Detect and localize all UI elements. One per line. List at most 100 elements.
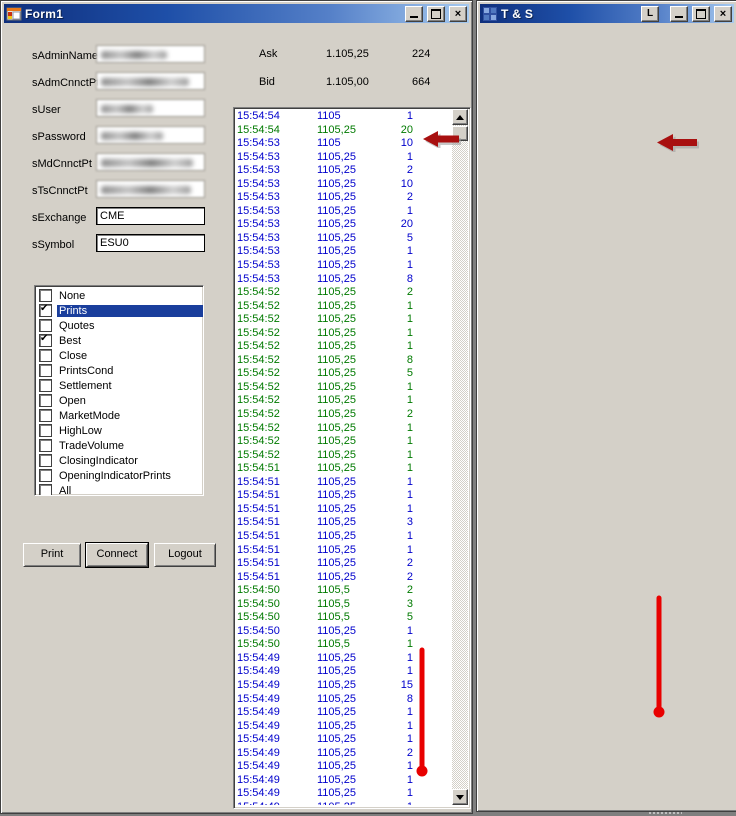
logout-button[interactable]: Logout bbox=[154, 543, 216, 567]
field-input-sSymbol[interactable]: ESU0 bbox=[96, 234, 205, 252]
field-input-sPassword[interactable] bbox=[96, 126, 205, 144]
tape-row[interactable]: 15:54:531105,252 bbox=[235, 164, 451, 178]
field-input-sAdminName[interactable] bbox=[96, 45, 205, 63]
close-button[interactable]: × bbox=[714, 6, 732, 22]
checkbox-checked[interactable] bbox=[39, 334, 52, 347]
tape-row[interactable]: 15:54:491105,251 bbox=[235, 801, 451, 805]
tape-row[interactable]: 15:54:531105,252 bbox=[235, 191, 451, 205]
tape-row[interactable]: 15:54:491105,251 bbox=[235, 665, 451, 679]
checklist-item-Settlement[interactable]: Settlement bbox=[35, 378, 203, 393]
tape-row[interactable]: 15:54:491105,251 bbox=[235, 720, 451, 734]
tape-row[interactable]: 15:54:531105,2510 bbox=[235, 178, 451, 192]
maximize-button[interactable] bbox=[427, 6, 445, 22]
tape-row[interactable]: 15:54:511105,251 bbox=[235, 462, 451, 476]
tape-row[interactable]: 15:54:511105,251 bbox=[235, 503, 451, 517]
tape-row[interactable]: 15:54:521105,251 bbox=[235, 300, 451, 314]
tape-row[interactable]: 15:54:501105,251 bbox=[235, 625, 451, 639]
field-input-sMdCnnctPt[interactable] bbox=[96, 153, 205, 171]
form1-titlebar[interactable]: Form1 × bbox=[4, 4, 469, 23]
scroll-down-button[interactable] bbox=[452, 789, 468, 805]
tape-row[interactable]: 15:54:511105,251 bbox=[235, 530, 451, 544]
tape-row[interactable]: 15:54:511105,252 bbox=[235, 557, 451, 571]
print-button[interactable]: Print bbox=[23, 543, 81, 567]
tape-row[interactable]: 15:54:491105,251 bbox=[235, 787, 451, 801]
tape-row[interactable]: 15:54:501105,53 bbox=[235, 598, 451, 612]
field-input-sExchange[interactable]: CME bbox=[96, 207, 205, 225]
field-input-sAdmCnnctPt[interactable] bbox=[96, 72, 205, 90]
tape-row[interactable]: 15:54:511105,251 bbox=[235, 476, 451, 490]
maximize-button[interactable] bbox=[692, 6, 710, 22]
checkbox[interactable] bbox=[39, 394, 52, 407]
tape-row[interactable]: 15:54:531105,255 bbox=[235, 232, 451, 246]
tape-row[interactable]: 15:54:491105,251 bbox=[235, 706, 451, 720]
checkbox[interactable] bbox=[39, 424, 52, 437]
tape-row[interactable]: 15:54:501105,55 bbox=[235, 611, 451, 625]
tape-row[interactable]: 15:54:521105,251 bbox=[235, 394, 451, 408]
tape-row[interactable]: 15:54:521105,251 bbox=[235, 435, 451, 449]
tape-row[interactable]: 15:54:491105,251 bbox=[235, 774, 451, 788]
tands-titlebar[interactable]: T & S L × bbox=[480, 4, 734, 23]
subscription-type-listbox[interactable]: NonePrintsQuotesBestClosePrintsCondSettl… bbox=[34, 285, 204, 496]
tape-row[interactable]: 15:54:521105,251 bbox=[235, 327, 451, 341]
checkbox-checked[interactable] bbox=[39, 304, 52, 317]
checkbox[interactable] bbox=[39, 469, 52, 482]
checkbox[interactable] bbox=[39, 349, 52, 362]
tape-row[interactable]: 15:54:511105,253 bbox=[235, 516, 451, 530]
scroll-up-button[interactable] bbox=[452, 109, 468, 125]
checklist-item-HighLow[interactable]: HighLow bbox=[35, 423, 203, 438]
checklist-item-MarketMode[interactable]: MarketMode bbox=[35, 408, 203, 423]
close-button[interactable]: × bbox=[449, 6, 467, 22]
checkbox[interactable] bbox=[39, 364, 52, 377]
minimize-button[interactable] bbox=[405, 6, 423, 22]
tape-row[interactable]: 15:54:521105,252 bbox=[235, 408, 451, 422]
tape-row[interactable]: 15:54:491105,251 bbox=[235, 733, 451, 747]
tape-scrollbar[interactable] bbox=[452, 109, 468, 805]
checklist-item-ClosingIndicator[interactable]: ClosingIndicator bbox=[35, 453, 203, 468]
tape-row[interactable]: 15:54:511105,251 bbox=[235, 489, 451, 503]
checkbox[interactable] bbox=[39, 319, 52, 332]
tape-row[interactable]: 15:54:491105,252 bbox=[235, 747, 451, 761]
checklist-item-Best[interactable]: Best bbox=[35, 333, 203, 348]
tape-row[interactable]: 15:54:521105,252 bbox=[235, 286, 451, 300]
minimize-button[interactable] bbox=[670, 6, 688, 22]
checklist-item-TradeVolume[interactable]: TradeVolume bbox=[35, 438, 203, 453]
tape-row[interactable]: 15:54:531105,251 bbox=[235, 151, 451, 165]
resize-grip[interactable] bbox=[648, 811, 682, 815]
tape-row[interactable]: 15:54:521105,258 bbox=[235, 354, 451, 368]
checklist-item-Open[interactable]: Open bbox=[35, 393, 203, 408]
scroll-thumb[interactable] bbox=[452, 126, 468, 141]
tape-row[interactable]: 15:54:491105,258 bbox=[235, 693, 451, 707]
tape-row[interactable]: 15:54:531105,251 bbox=[235, 259, 451, 273]
tape-row[interactable]: 15:54:491105,251 bbox=[235, 760, 451, 774]
checkbox[interactable] bbox=[39, 289, 52, 302]
checkbox[interactable] bbox=[39, 379, 52, 392]
tape-row[interactable]: 15:54:541105,2520 bbox=[235, 124, 451, 138]
tape-row[interactable]: 15:54:5411051 bbox=[235, 110, 451, 124]
tape-row[interactable]: 15:54:521105,251 bbox=[235, 422, 451, 436]
connect-button[interactable]: Connect bbox=[86, 543, 148, 567]
field-input-sUser[interactable] bbox=[96, 99, 205, 117]
checkbox[interactable] bbox=[39, 454, 52, 467]
tape-row[interactable]: 15:54:531105,251 bbox=[235, 245, 451, 259]
checklist-item-Close[interactable]: Close bbox=[35, 348, 203, 363]
l-button[interactable]: L bbox=[641, 6, 659, 22]
tape-row[interactable]: 15:54:53110510 bbox=[235, 137, 451, 151]
tape-row[interactable]: 15:54:521105,251 bbox=[235, 313, 451, 327]
tape-row[interactable]: 15:54:501105,52 bbox=[235, 584, 451, 598]
tape-row[interactable]: 15:54:511105,251 bbox=[235, 544, 451, 558]
checklist-item-OpeningIndicatorPrints[interactable]: OpeningIndicatorPrints bbox=[35, 468, 203, 483]
tape-row[interactable]: 15:54:521105,251 bbox=[235, 340, 451, 354]
checklist-item-Quotes[interactable]: Quotes bbox=[35, 318, 203, 333]
checkbox[interactable] bbox=[39, 439, 52, 452]
tape-row[interactable]: 15:54:491105,2515 bbox=[235, 679, 451, 693]
tape-row[interactable]: 15:54:521105,255 bbox=[235, 367, 451, 381]
checklist-item-All[interactable]: All bbox=[35, 483, 203, 496]
tape-row[interactable]: 15:54:531105,251 bbox=[235, 205, 451, 219]
tape-row[interactable]: 15:54:531105,2520 bbox=[235, 218, 451, 232]
tape-row[interactable]: 15:54:521105,251 bbox=[235, 381, 451, 395]
tape-row[interactable]: 15:54:511105,252 bbox=[235, 571, 451, 585]
tape-row[interactable]: 15:54:501105,51 bbox=[235, 638, 451, 652]
checklist-item-None[interactable]: None bbox=[35, 288, 203, 303]
field-input-sTsCnnctPt[interactable] bbox=[96, 180, 205, 198]
checkbox[interactable] bbox=[39, 409, 52, 422]
